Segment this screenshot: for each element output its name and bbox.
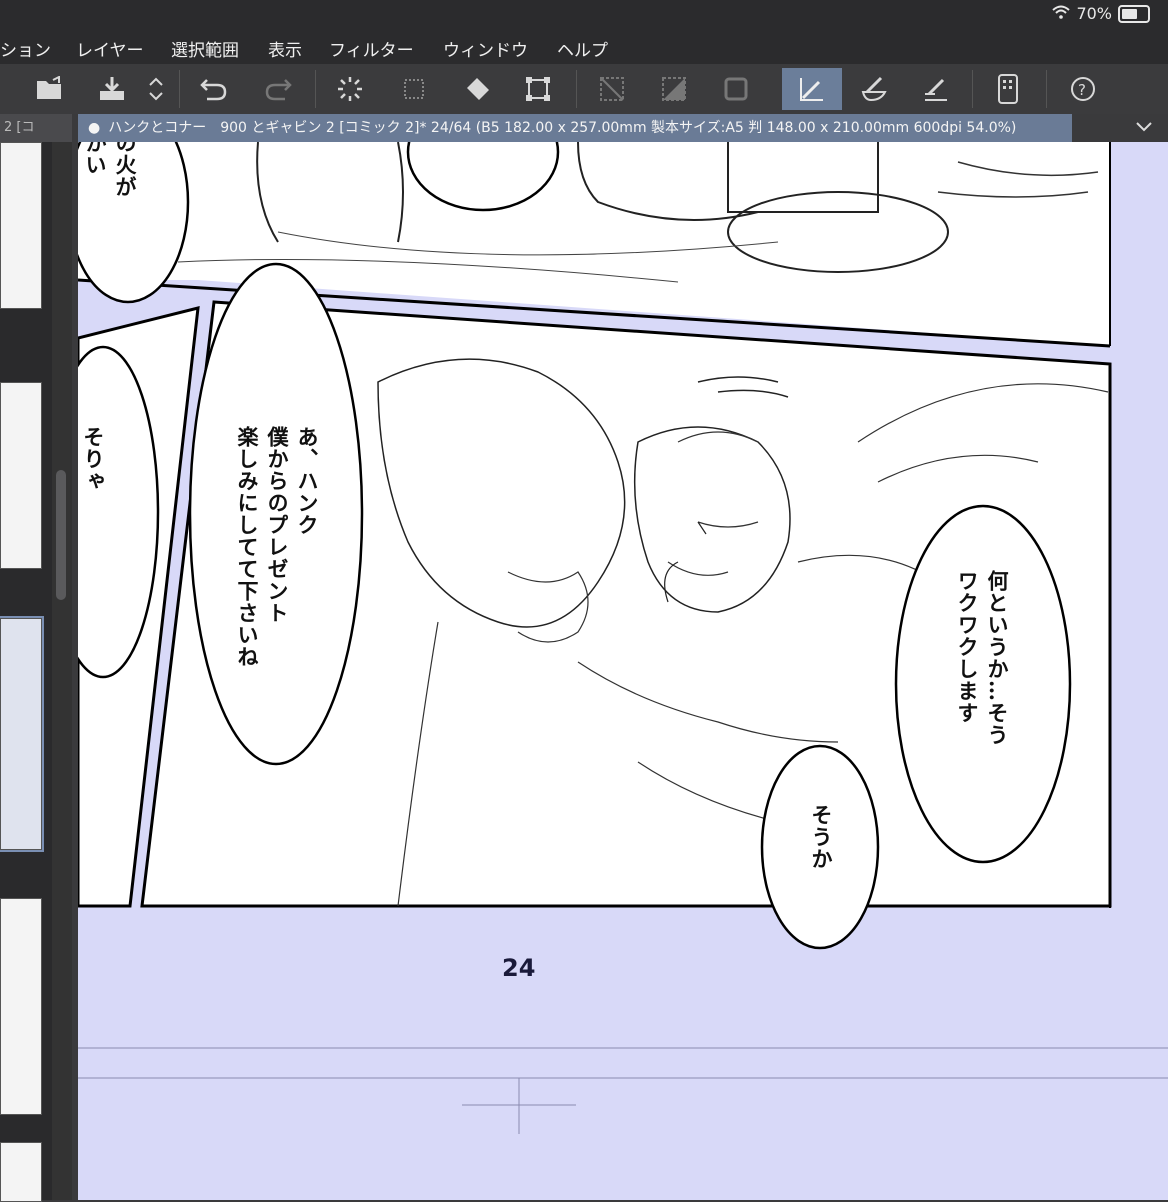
status-bar: 70% [0,0,1168,30]
chevron-left-icon[interactable] [0,68,10,110]
menu-selection[interactable]: 選択範囲 [171,36,239,61]
drawing-canvas[interactable]: の火が かい そりゃ あ、ハンク 僕からのプレゼント 楽しみにしてて下さいね 何… [78,142,1168,1200]
wifi-icon [1052,4,1071,23]
transform-icon[interactable] [510,68,566,110]
open-folder-icon[interactable] [22,68,78,110]
command-bar: ? [0,64,1168,115]
speech-bubble-right: 何というか…そう ワクワクします [955,570,1010,746]
up-down-icon[interactable] [128,68,184,110]
speech-bubble-top-left: の火が かい [83,142,138,198]
tab-previous-document[interactable]: 2 [コ [0,114,72,142]
speech-bubble-left: そりゃ [81,426,106,492]
battery-icon [1118,4,1150,23]
status-indicators: 70% [1052,4,1150,23]
thumbnail-scroll-track [52,142,72,1200]
help-icon[interactable]: ? [1056,68,1112,110]
page-number: 24 [502,954,536,982]
page-thumbnail[interactable] [0,1142,42,1202]
svg-text:?: ? [1078,81,1086,99]
menu-filter[interactable]: フィルター [329,36,414,61]
menu-layer[interactable]: レイヤー [76,36,144,61]
tab-current-document[interactable]: ● ハンクとコナー 900 とギャビン 2 [コミック 2]* 24/64 (B5… [78,114,1072,142]
fill-icon[interactable] [450,68,506,110]
redo-icon[interactable] [250,68,306,110]
clear-icon[interactable] [584,68,640,110]
brush-icon[interactable] [846,68,902,110]
page-thumbnail[interactable] [0,898,42,1115]
document-title: ハンクとコナー 900 とギャビン 2 [コミック 2]* 24/64 (B5 … [108,120,1017,136]
thumbnail-scrollbar[interactable] [56,470,66,600]
menu-bar: ション レイヤー 選択範囲 表示 フィルター ウィンドウ ヘルプ [0,30,1168,64]
page-thumbnail-current[interactable] [0,616,44,852]
select-dots-icon[interactable] [386,68,442,110]
unsaved-dot-icon: ● [88,120,101,136]
menu-help[interactable]: ヘルプ [557,36,608,61]
menu-view[interactable]: 表示 [268,36,302,61]
chevron-down-icon[interactable] [1134,116,1154,140]
border-icon[interactable] [708,68,764,110]
speech-bubble-bottom: そうか [809,804,834,870]
document-tab-bar: 2 [コ ● ハンクとコナー 900 とギャビン 2 [コミック 2]* 24/6… [0,114,1168,142]
page-thumbnail[interactable] [0,142,42,309]
loading-icon[interactable] [322,68,378,110]
page-thumbnail[interactable] [0,382,42,569]
smartphone-icon[interactable] [980,68,1036,110]
eraser-icon[interactable] [908,68,964,110]
speech-bubble-center: あ、ハンク 僕からのプレゼント 楽しみにしてて下さいね [235,426,320,668]
battery-fill [1122,8,1137,19]
fill-gray-icon[interactable] [646,68,702,110]
pen-icon[interactable] [782,68,842,110]
undo-icon[interactable] [186,68,242,110]
menu-window[interactable]: ウィンドウ [443,36,528,61]
menu-animation[interactable]: ション [0,36,51,61]
battery-percent: 70% [1076,4,1112,23]
